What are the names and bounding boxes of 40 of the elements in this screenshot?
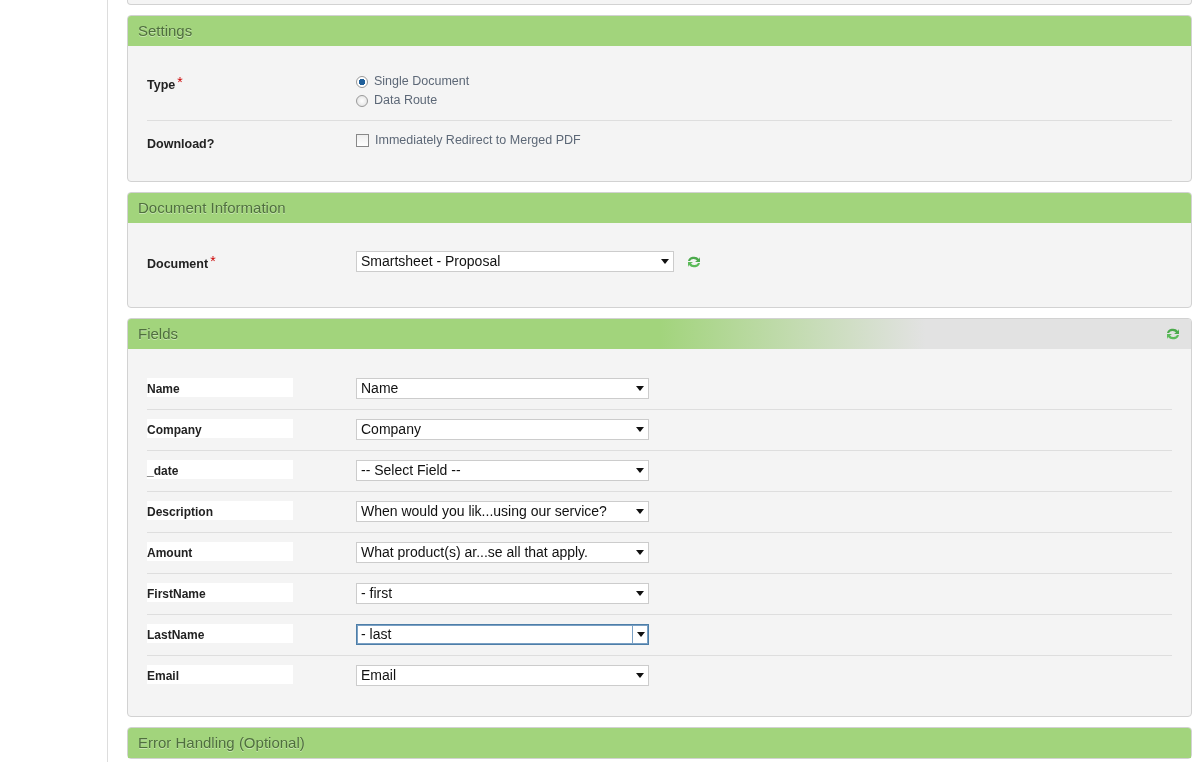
panel-title: Fields [138,324,179,344]
caret-icon [636,673,644,678]
refresh-icon[interactable] [686,254,702,269]
refresh-icon[interactable] [1165,327,1181,341]
dropdown[interactable]: What product(s) ar...se all that apply. [356,542,649,563]
radio-option[interactable]: Single Document [356,72,470,91]
caret-icon [636,550,644,555]
dropdown[interactable]: - first [356,583,649,604]
caret-icon [636,509,644,514]
radio-option[interactable]: Data Route [356,91,470,110]
dropdown[interactable]: Name [356,378,649,399]
field-label: Amount [147,542,293,561]
caret-icon [636,427,644,432]
panel-title: Error Handling (Optional) [138,733,306,753]
required-mark: * [210,253,216,269]
field-label: _date [147,460,293,479]
field-label: LastName [147,624,293,643]
checkbox-option[interactable]: Immediately Redirect to Merged PDF [356,131,581,150]
field-label: FirstName [147,583,293,602]
caret-icon [661,259,669,264]
dropdown[interactable]: Company [356,419,649,440]
field-label: Document [147,257,209,271]
dropdown[interactable]: Email [356,665,649,686]
caret-icon [636,632,645,637]
caret-icon [636,468,644,473]
required-mark: * [177,74,183,90]
dropdown[interactable]: -- Select Field -- [356,460,649,481]
field-label: Description [147,501,293,520]
field-label: Download? [147,137,215,151]
caret-icon [636,591,644,596]
panel-title: Document Information [138,198,287,218]
dropdown[interactable]: Smartsheet - Proposal [356,251,674,272]
field-label: Company [147,419,293,438]
panel-title: Settings [138,21,194,41]
field-label: Name [147,378,293,397]
field-label: Type [147,78,176,92]
dropdown[interactable]: - last [356,624,649,645]
dropdown[interactable]: When would you lik...using our service? [356,501,649,522]
field-label: Email [147,665,293,684]
caret-icon [636,386,644,391]
